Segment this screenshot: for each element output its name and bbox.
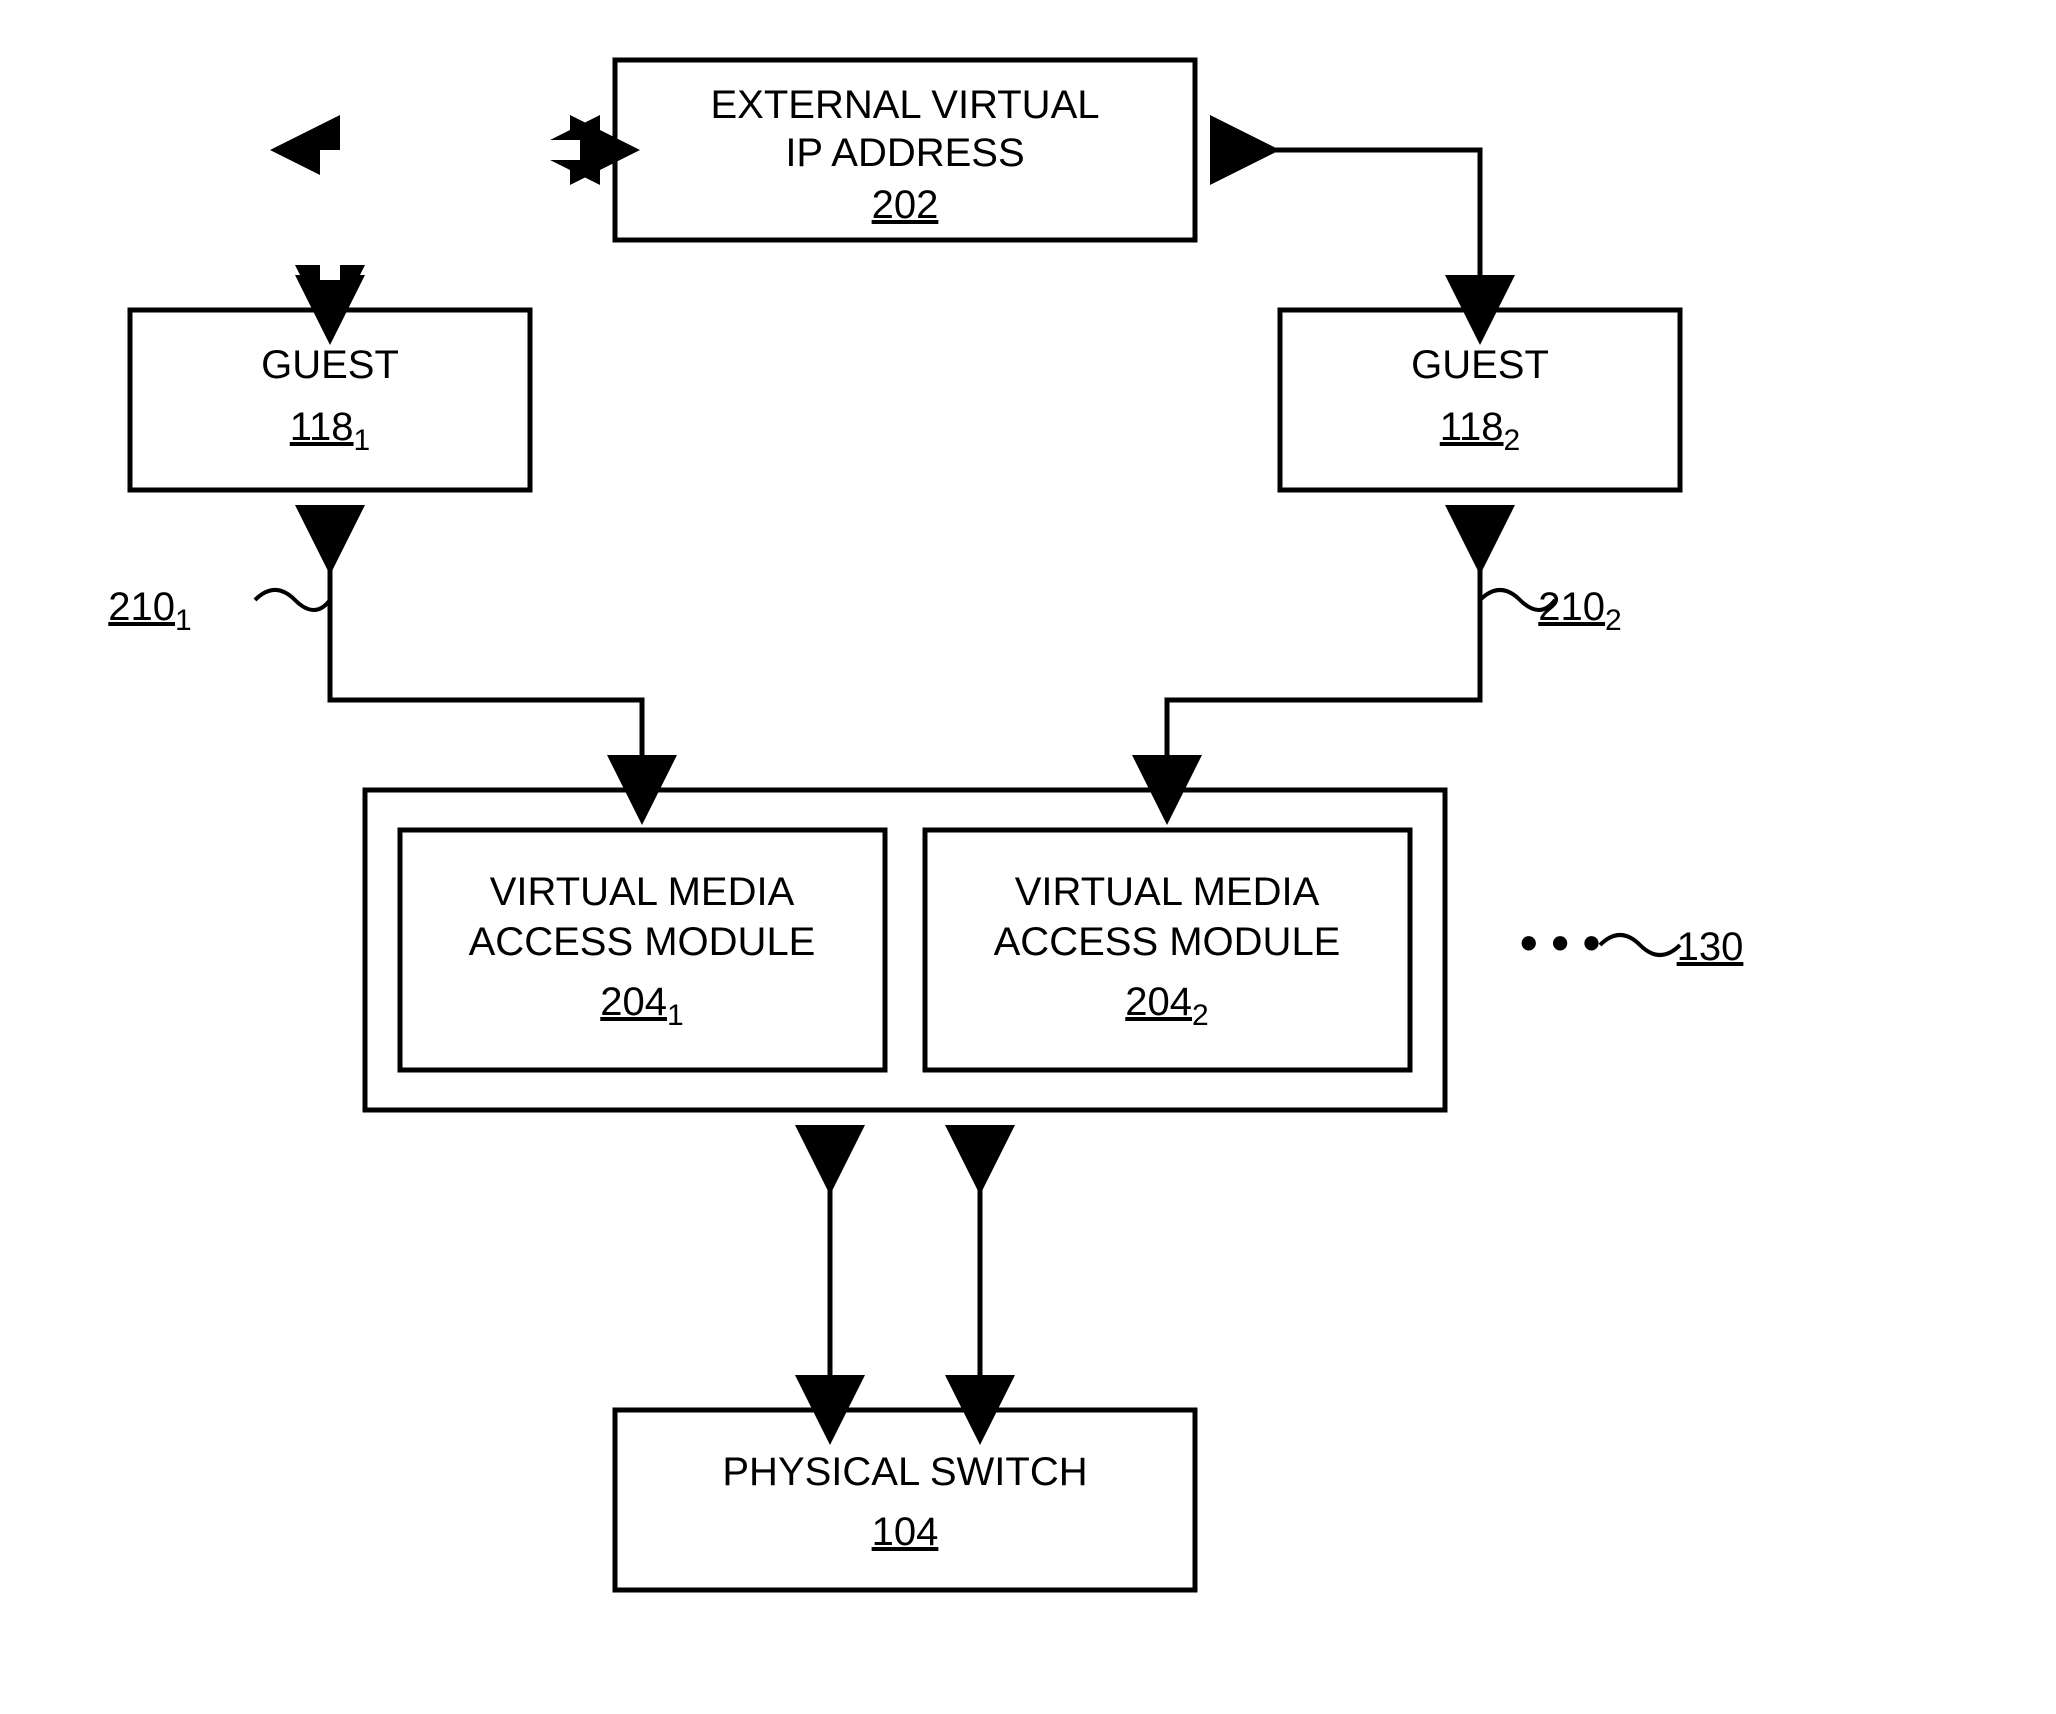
conn-guest1-container (330, 515, 642, 765)
label-210-2: 2102 (1538, 585, 1621, 637)
conn-top-right (1220, 150, 1480, 285)
switch-label: PHYSICAL SWITCH (722, 1450, 1087, 1494)
vmam2-line1: VIRTUAL MEDIA (1015, 870, 1320, 914)
guest1-label: GUEST (261, 343, 399, 387)
conn-top-left (330, 150, 590, 285)
vmam1-line1: VIRTUAL MEDIA (490, 870, 795, 914)
container-ref: 130 (1677, 925, 1744, 969)
block-guest-1 (130, 310, 530, 490)
vmam1-line2: ACCESS MODULE (469, 920, 816, 964)
top-line2: IP ADDRESS (785, 131, 1024, 175)
tilde-210-1 (255, 590, 330, 610)
block-physical-switch (615, 1410, 1195, 1590)
top-ref: 202 (872, 183, 939, 227)
block-guest-2 (1280, 310, 1680, 490)
vmam2-line2: ACCESS MODULE (994, 920, 1341, 964)
switch-ref: 104 (872, 1510, 939, 1554)
guest2-label: GUEST (1411, 343, 1549, 387)
conn-guest2-container (1167, 515, 1480, 765)
diagram-canvas: EXTERNAL VIRTUAL IP ADDRESS 202 GUEST 11… (0, 0, 2056, 1714)
corner-left (330, 150, 575, 280)
top-line1: EXTERNAL VIRTUAL (710, 83, 1099, 127)
ellipsis: • • • (1520, 915, 1600, 971)
tilde-130 (1600, 935, 1680, 955)
label-210-1: 2101 (108, 585, 191, 637)
connector-top-guest1 (330, 150, 580, 275)
